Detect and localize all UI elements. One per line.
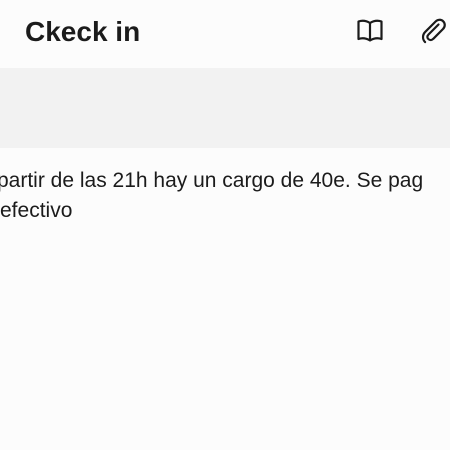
- paperclip-icon: [421, 18, 446, 44]
- book-button[interactable]: [354, 14, 386, 46]
- top-bar: Ckeck in: [0, 0, 450, 68]
- page-title: Ckeck in: [25, 16, 141, 47]
- book-icon: [357, 19, 383, 42]
- check-in-info: partir de las 21h hay un cargo de 40e. S…: [0, 164, 450, 234]
- info-line-1: partir de las 21h hay un cargo de 40e. S…: [0, 169, 424, 192]
- app-screen: Ckeck in partir de las 21h hay un cargo …: [0, 0, 450, 450]
- attach-button[interactable]: [417, 14, 449, 46]
- info-line-2: efectivo: [0, 199, 73, 222]
- section-band: [0, 68, 450, 148]
